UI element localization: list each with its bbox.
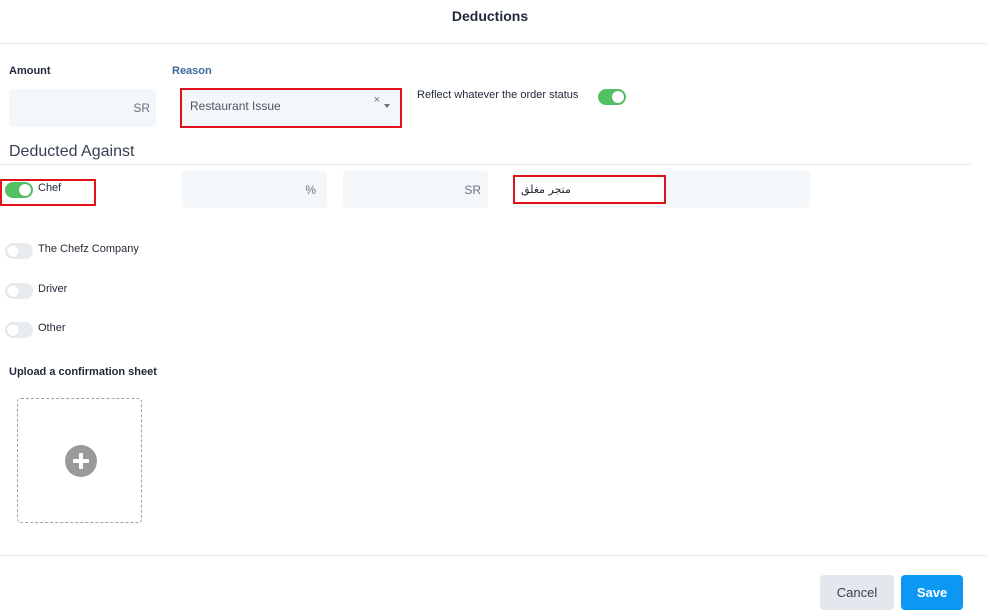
modal-title: Deductions	[451, 8, 529, 24]
upload-dropzone[interactable]	[17, 398, 142, 523]
chef-amount-currency: SR	[464, 182, 481, 197]
reason-select[interactable]: Restaurant Issue ×	[182, 89, 400, 126]
other-label: Other	[38, 322, 66, 334]
amount-label: Amount	[9, 65, 51, 77]
toggle-knob	[7, 245, 19, 257]
reflect-toggle[interactable]	[598, 89, 626, 105]
header-divider	[0, 43, 987, 44]
reflect-label: Reflect whatever the order status	[417, 89, 579, 101]
chef-note-text: متجر مغلق	[521, 183, 571, 196]
section-divider	[0, 164, 971, 165]
chef-note-input[interactable]: متجر مغلق	[513, 175, 666, 204]
chef-amount-input[interactable]: SR	[343, 171, 488, 208]
chef-toggle[interactable]	[5, 182, 33, 198]
driver-label: Driver	[38, 283, 68, 295]
clear-icon[interactable]: ×	[374, 94, 380, 106]
chevron-down-icon[interactable]	[384, 104, 390, 108]
amount-input[interactable]: SR	[9, 89, 156, 127]
chefz-company-toggle[interactable]	[5, 243, 33, 259]
save-button[interactable]: Save	[901, 575, 963, 610]
footer-divider	[0, 555, 987, 556]
toggle-knob	[7, 324, 19, 336]
percent-suffix: %	[305, 182, 316, 197]
upload-label: Upload a confirmation sheet	[9, 366, 157, 378]
cancel-button[interactable]: Cancel	[820, 575, 894, 610]
chef-label: Chef	[38, 182, 62, 194]
chefz-company-label: The Chefz Company	[38, 243, 139, 255]
toggle-knob	[19, 184, 31, 196]
driver-toggle[interactable]	[5, 283, 33, 299]
plus-circle-icon[interactable]	[65, 445, 97, 477]
reason-label: Reason	[172, 65, 212, 77]
amount-currency: SR	[133, 101, 150, 115]
reason-selected-value: Restaurant Issue	[190, 99, 281, 113]
chef-percent-input[interactable]: %	[182, 171, 327, 208]
deducted-against-title: Deducted Against	[9, 143, 135, 160]
other-toggle[interactable]	[5, 322, 33, 338]
toggle-knob	[612, 91, 624, 103]
toggle-knob	[7, 285, 19, 297]
